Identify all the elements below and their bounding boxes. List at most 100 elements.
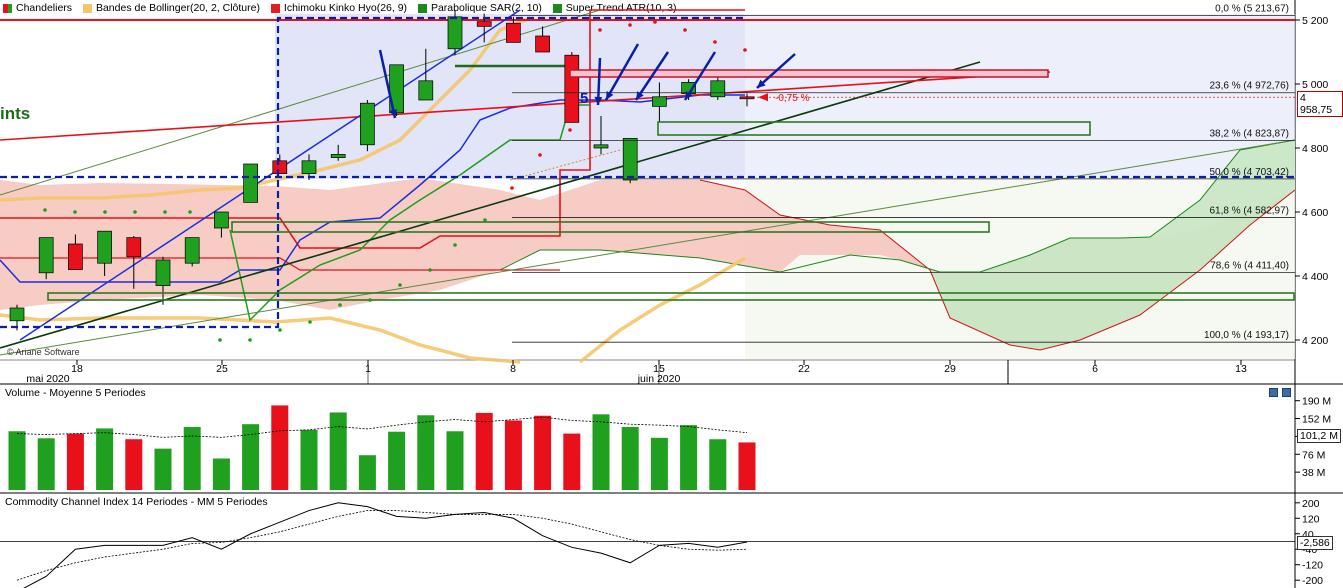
- sar-dot: [683, 28, 687, 32]
- date-tick-label: 8: [510, 363, 516, 375]
- volume-bar: [212, 458, 230, 490]
- date-tick-label: 6: [1092, 363, 1098, 375]
- sar-dot: [743, 48, 747, 52]
- red-resistance-box: [569, 69, 1049, 78]
- volume-bar: [96, 428, 114, 490]
- cci-panel: 20012040-40-120-200: [0, 498, 1323, 588]
- sar-dot: [278, 328, 282, 332]
- sar-dot: [338, 303, 342, 307]
- volume-minimize-button[interactable]: [1269, 388, 1278, 397]
- candle-body: [214, 211, 229, 229]
- sar-dot: [73, 210, 77, 214]
- sar-dot: [368, 298, 372, 302]
- cci-title: Commodity Channel Index 14 Periodes - MM…: [5, 496, 268, 508]
- sar-dot: [103, 210, 107, 214]
- candle-body: [301, 160, 317, 174]
- last-price-value: 4 958,75: [1300, 92, 1333, 116]
- volume-bar: [329, 412, 347, 490]
- sar-dot: [163, 210, 167, 214]
- volume-bar: [563, 433, 581, 490]
- fib-level-label: 61,8 % (4 582,97): [1210, 205, 1290, 216]
- volume-bar: [417, 415, 435, 490]
- candle-body: [68, 243, 83, 270]
- volume-tick-label: 152 M: [1302, 414, 1331, 426]
- candle-body: [272, 160, 288, 174]
- volume-bar: [621, 427, 639, 490]
- sar-dot: [483, 218, 487, 222]
- bollinger-lower-right: [578, 256, 746, 364]
- sar-dot: [453, 243, 457, 247]
- sar-dot: [218, 338, 222, 342]
- volume-bar: [534, 415, 552, 490]
- price-tick-label: 4 600: [1302, 207, 1328, 219]
- cci-last-value: -2,586: [1300, 537, 1330, 549]
- volume-tick-label: 76 M: [1302, 449, 1325, 461]
- cci-tick-label: -200: [1302, 575, 1323, 587]
- volume-bar: [154, 448, 172, 490]
- fib-level-label: 50,0 % (4 703,42): [1210, 167, 1290, 178]
- candle-body: [710, 80, 726, 98]
- volume-panel: 190 M152 M114 M76 M38 M: [8, 396, 1331, 490]
- price-tick-label: 5 000: [1302, 79, 1328, 91]
- volume-bar: [475, 412, 493, 490]
- volume-bar: [738, 442, 756, 490]
- volume-bar: [446, 431, 464, 490]
- volume-bar: [358, 455, 376, 490]
- candle-body: [506, 22, 521, 43]
- volume-bar: [242, 424, 260, 490]
- fib-level-label: 100,0 % (4 193,17): [1204, 330, 1289, 341]
- candle-body: [243, 163, 258, 203]
- sar-dot: [248, 338, 252, 342]
- month-label: juin 2020: [637, 373, 681, 385]
- volume-bar: [8, 431, 26, 490]
- month-label: mai 2020: [26, 373, 69, 385]
- volume-bar: [650, 437, 668, 490]
- partial-label: ints: [0, 104, 31, 123]
- candle-body: [652, 96, 667, 107]
- projection-zone-extension: [745, 14, 1295, 179]
- sar-dot: [308, 320, 312, 324]
- sar-dot: [188, 210, 192, 214]
- sar-dot: [398, 283, 402, 287]
- candle-body: [9, 307, 25, 322]
- sar-dot: [628, 23, 632, 27]
- candle-body: [330, 154, 346, 158]
- wave-label: 5: [580, 90, 589, 107]
- candle-body: [418, 80, 434, 101]
- cci-tick-label: -120: [1302, 560, 1323, 572]
- price-tick-label: 4 200: [1302, 335, 1328, 347]
- cci-line: [23, 502, 748, 588]
- sar-dot: [598, 28, 602, 32]
- candle-body: [97, 230, 112, 264]
- sar-dot: [133, 210, 137, 214]
- sar-dot: [653, 20, 657, 24]
- price-tick-label: 5 200: [1302, 15, 1328, 27]
- volume-close-button[interactable]: [1282, 388, 1291, 397]
- candle-body: [155, 259, 171, 286]
- volume-last-badge: 101,2 M: [1297, 429, 1341, 443]
- date-tick-label: 18: [71, 363, 83, 375]
- watermark: © Ariane Software: [7, 347, 80, 357]
- date-tick-label: 25: [216, 363, 228, 375]
- chart-window: Chandeliers Bandes de Bollinger(20, 2, C…: [0, 0, 1343, 588]
- volume-last-value: 101,2 M: [1300, 430, 1338, 442]
- sar-dot: [510, 186, 514, 190]
- volume-tick-label: 190 M: [1302, 396, 1331, 408]
- volume-bar: [592, 414, 610, 490]
- volume-bar: [388, 431, 406, 490]
- fib-level-label: 78,6 % (4 411,40): [1210, 260, 1289, 271]
- volume-bar: [300, 429, 318, 490]
- date-tick-label: 29: [944, 363, 956, 375]
- candle-body: [360, 102, 375, 146]
- sar-dot: [43, 208, 47, 212]
- candle-body: [593, 144, 609, 149]
- sar-dot: [538, 153, 542, 157]
- volume-bar: [680, 425, 698, 490]
- cci-tick-label: 200: [1302, 498, 1320, 510]
- cci-last-badge: -2,586: [1297, 536, 1333, 550]
- fib-level-label: 23,6 % (4 972,76): [1210, 81, 1290, 92]
- candle-body: [564, 54, 580, 123]
- candle-body: [622, 138, 638, 181]
- volume-bar: [709, 439, 727, 490]
- fib-level-label: 0,0 % (5 213,67): [1215, 4, 1289, 15]
